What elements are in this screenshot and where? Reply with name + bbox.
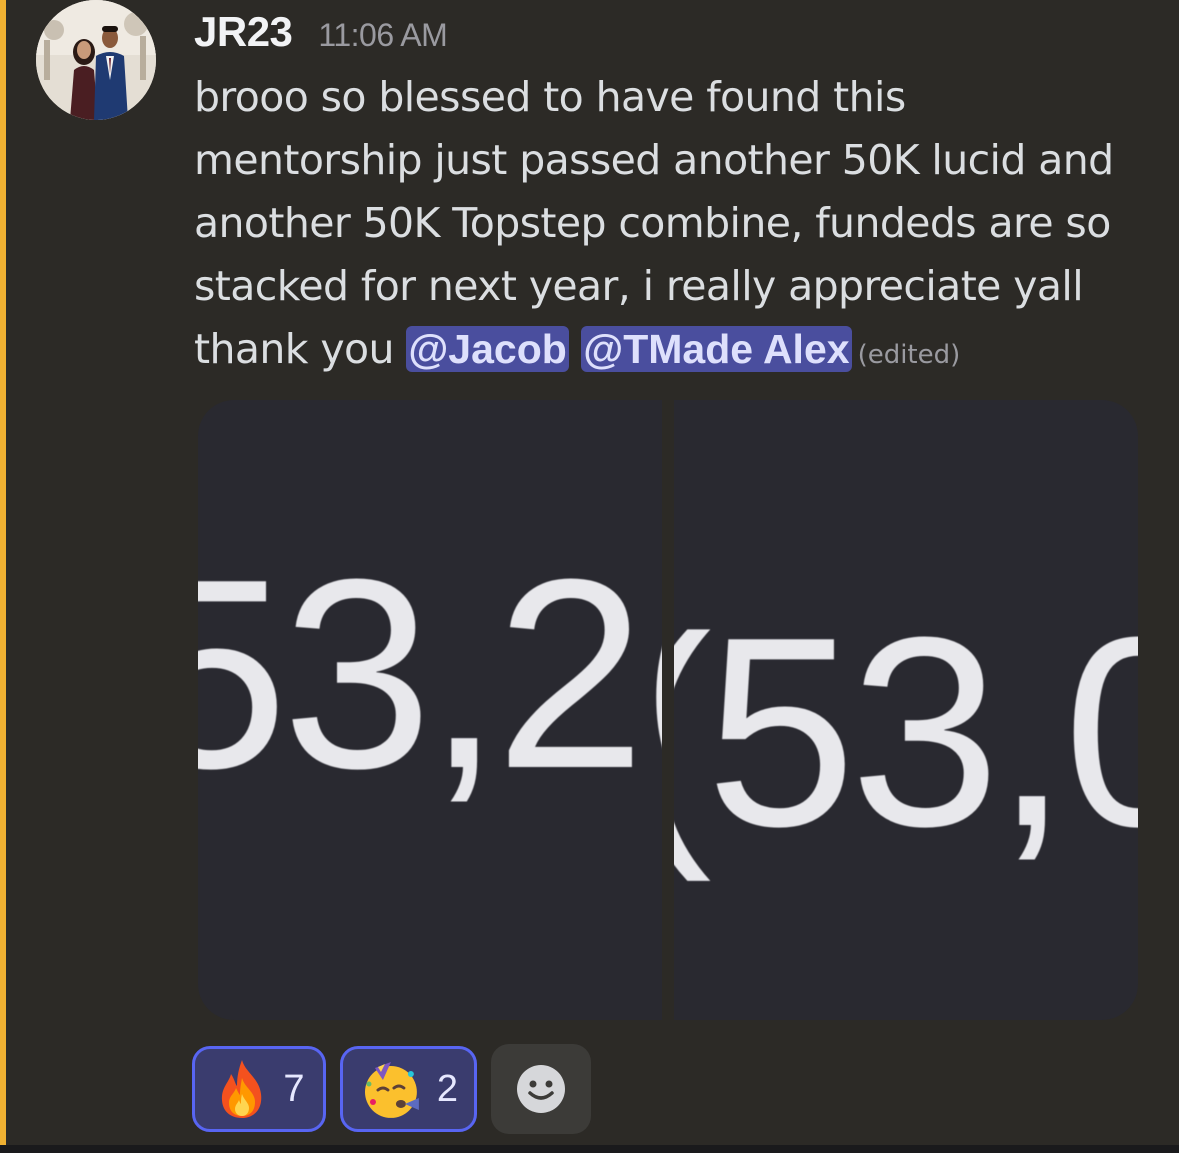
message-header: JR23 11:06 AM <box>194 8 448 56</box>
image-attachment-1-text: 53,2( <box>198 524 662 825</box>
edited-label: (edited) <box>857 340 961 370</box>
reaction-count: 2 <box>436 1067 458 1110</box>
fire-emoji-icon <box>222 1060 262 1118</box>
reactions-bar: 7 2 <box>192 1044 591 1134</box>
user-avatar[interactable] <box>36 0 156 120</box>
message-line: brooo so blessed to have found this <box>194 73 906 121</box>
mention-tmade-alex[interactable]: @TMade Alex <box>581 326 852 372</box>
reaction-count: 7 <box>283 1067 305 1110</box>
image-attachment-1[interactable]: 53,2( <box>198 400 662 1020</box>
reaction-partying-face[interactable]: 2 <box>340 1046 477 1132</box>
bottom-divider <box>0 1145 1179 1153</box>
image-attachment-2[interactable]: (53,0 <box>674 400 1138 1020</box>
add-reaction-button[interactable] <box>491 1044 591 1134</box>
message-line: stacked for next year, i really apprecia… <box>194 262 1084 310</box>
message-line: mentorship just passed another 50K lucid… <box>194 136 1114 184</box>
smiley-add-reaction-icon <box>517 1065 565 1113</box>
avatar-photo <box>36 0 156 120</box>
message-text: thank you <box>194 325 394 373</box>
author-name[interactable]: JR23 <box>194 8 293 56</box>
mention-jacob[interactable]: @Jacob <box>406 326 569 372</box>
message-content: brooo so blessed to have found this ment… <box>194 66 1154 387</box>
message-timestamp[interactable]: 11:06 AM <box>318 17 447 54</box>
partying-face-emoji-icon <box>364 1062 419 1118</box>
message-highlight-bar <box>0 0 6 1153</box>
image-attachment-2-text: (53,0 <box>674 582 1138 883</box>
reaction-fire[interactable]: 7 <box>192 1046 326 1132</box>
message-line: another 50K Topstep combine, fundeds are… <box>194 199 1111 247</box>
message-last-line: thank you @Jacob @TMade Alex (edited) <box>194 318 1154 387</box>
